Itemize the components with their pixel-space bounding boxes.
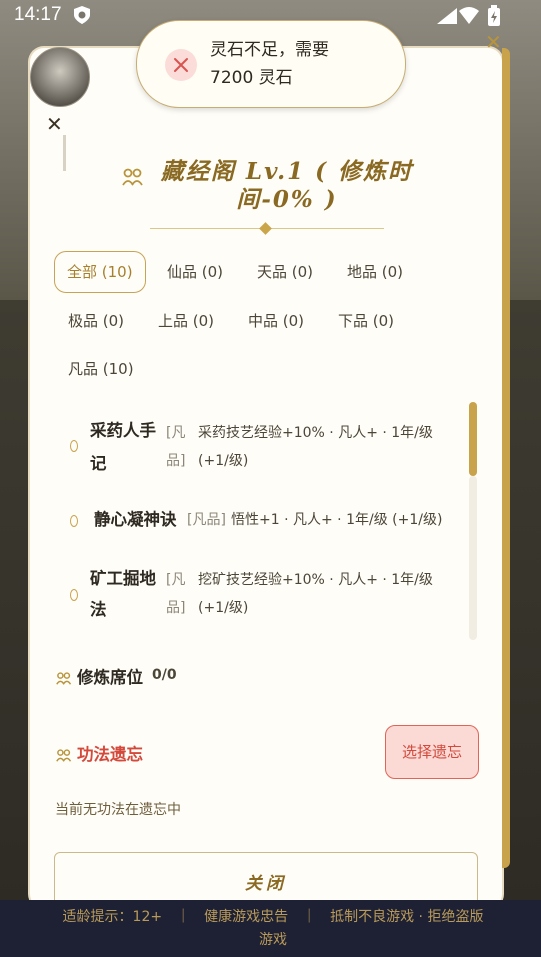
error-toast: 灵石不足，需要 7200 灵石 — [136, 20, 406, 108]
technique-name: 矿工掘地 — [90, 569, 156, 588]
toast-message: 灵石不足，需要 7200 灵石 — [210, 36, 390, 92]
people-icon — [56, 670, 72, 689]
avatar[interactable] — [30, 47, 90, 107]
signal-icon — [437, 8, 457, 28]
technique-list: 采药人手 记 [凡 品] 采药技艺经验+10% · 凡人+ · 1年/级 (+1… — [70, 400, 470, 640]
people-icon — [56, 747, 72, 766]
technique-name: 采药人手 — [90, 421, 156, 440]
filter-earth[interactable]: 地品 (0) — [347, 252, 403, 292]
toast-line-2: 7200 灵石 — [210, 68, 293, 88]
shield-icon — [74, 6, 90, 28]
technique-grade-cont: 品] — [166, 453, 186, 469]
technique-name-cont: 法 — [90, 600, 107, 619]
diamond-icon — [70, 440, 78, 452]
technique-name-cont: 记 — [90, 454, 107, 473]
select-forget-button[interactable]: 选择遗忘 — [385, 725, 479, 779]
technique-desc-cont: (+1/级) — [198, 600, 249, 616]
technique-desc: 采药技艺经验+10% · 凡人+ · 1年/级 — [198, 425, 433, 441]
footer-text: 适龄提示：12+ ｜ 健康游戏忠告 ｜ 抵制不良游戏 · 拒绝盗版 游戏 — [10, 906, 536, 952]
list-scrollbar[interactable] — [469, 402, 477, 476]
technique-desc-cont: (+1/级) — [198, 453, 249, 469]
seats-count: 0/0 — [152, 667, 177, 683]
technique-grade: [凡 — [166, 572, 186, 588]
battery-icon — [487, 5, 501, 31]
technique-grade: [凡 — [166, 425, 186, 441]
footer-banner: 适龄提示：12+ ｜ 健康游戏忠告 ｜ 抵制不良游戏 · 拒绝盗版 游戏 — [0, 900, 541, 957]
background-close-icon: ✕ — [485, 30, 502, 54]
technique-desc: 挖矿技艺经验+10% · 凡人+ · 1年/级 — [198, 572, 433, 588]
diamond-icon — [70, 515, 78, 527]
filter-heaven[interactable]: 天品 (0) — [257, 252, 313, 292]
forget-empty-text: 当前无功法在遗忘中 — [55, 802, 181, 818]
filter-all[interactable]: 全部 (10) — [54, 251, 146, 293]
wifi-icon — [459, 6, 479, 28]
filter-immortal[interactable]: 仙品 (0) — [167, 252, 223, 292]
technique-grade-cont: 品] — [166, 600, 186, 616]
status-time: 14:17 — [14, 4, 62, 25]
footer-line-1: 适龄提示：12+ ｜ 健康游戏忠告 ｜ 抵制不良游戏 · 拒绝盗版 — [62, 909, 484, 925]
panel-divider — [63, 135, 66, 171]
toast-line-1: 灵石不足，需要 — [210, 40, 329, 60]
filter-mortal[interactable]: 凡品 (10) — [68, 349, 134, 389]
filter-upper[interactable]: 上品 (0) — [158, 301, 214, 341]
filter-lower[interactable]: 下品 (0) — [338, 301, 394, 341]
people-icon — [122, 168, 144, 190]
close-icon — [165, 49, 197, 81]
technique-grade: [凡品] — [187, 512, 226, 528]
technique-desc: 悟性+1 · 凡人+ · 1年/级 (+1/级) — [231, 512, 443, 528]
forget-label: 功法遗忘 — [77, 745, 143, 764]
technique-name: 静心凝神诀 — [94, 510, 177, 529]
panel-edge-decoration — [502, 48, 510, 868]
page-title: 藏经阁 Lv.1 ( 修炼时间-0% ) — [160, 158, 414, 213]
filter-supreme[interactable]: 极品 (0) — [68, 301, 124, 341]
seats-label: 修炼席位 — [77, 668, 143, 687]
filter-middle[interactable]: 中品 (0) — [248, 301, 304, 341]
close-icon[interactable]: ✕ — [46, 112, 63, 136]
footer-line-2: 游戏 — [259, 932, 287, 948]
list-scrollbar-track[interactable] — [469, 476, 477, 640]
diamond-icon — [70, 589, 78, 601]
